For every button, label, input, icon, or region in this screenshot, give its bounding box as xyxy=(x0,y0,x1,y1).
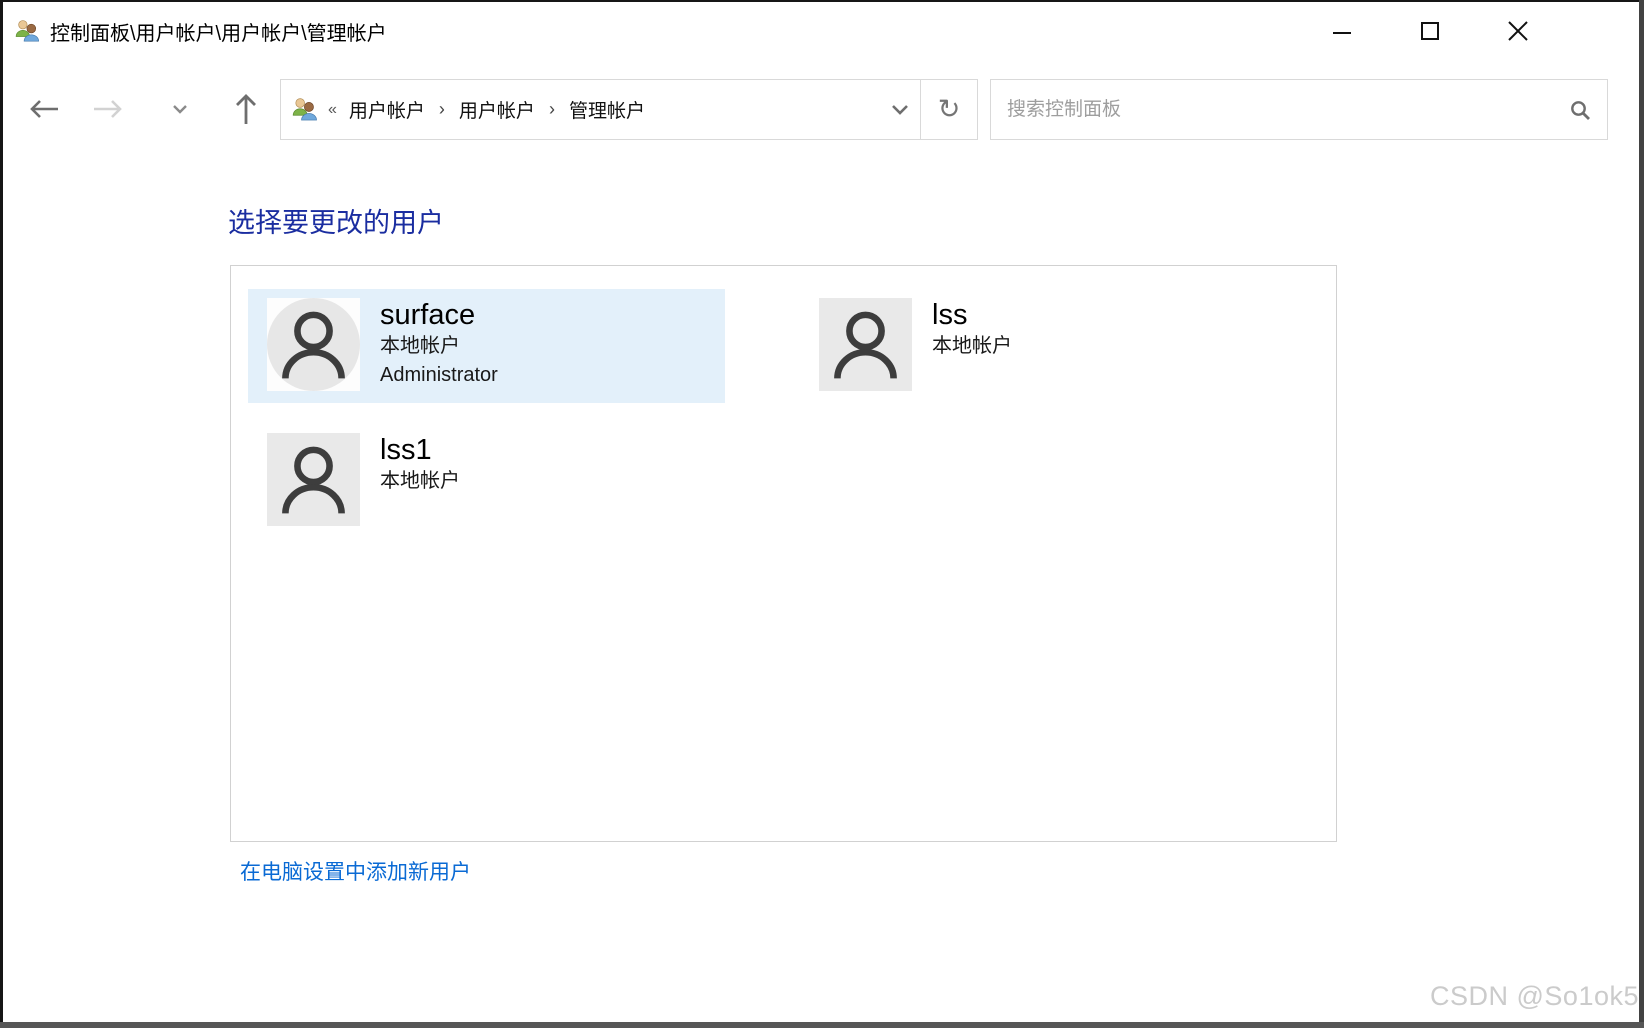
window-border-left xyxy=(0,0,3,1028)
user-list-panel: surface 本地帐户 Administrator lss 本地帐户 lss1… xyxy=(230,265,1337,842)
add-user-link[interactable]: 在电脑设置中添加新用户 xyxy=(240,856,471,886)
user-account-type: 本地帐户 xyxy=(380,470,460,492)
person-icon xyxy=(282,446,345,514)
user-account-type: 本地帐户 xyxy=(932,335,1012,357)
avatar xyxy=(267,298,360,391)
address-bar[interactable]: « 用户帐户 › 用户帐户 › 管理帐户 ↻ xyxy=(280,79,978,140)
breadcrumb-separator: › xyxy=(438,99,445,119)
chevron-down-icon xyxy=(173,105,187,114)
window-border-right xyxy=(1639,0,1644,1028)
user-name: lss xyxy=(932,299,968,331)
forward-button-disabled[interactable] xyxy=(88,89,128,129)
user-name: surface xyxy=(380,299,476,331)
user-info: lss1 本地帐户 xyxy=(380,433,460,496)
maximize-button[interactable] xyxy=(1386,9,1474,53)
watermark-text: CSDN @So1ok5 xyxy=(1430,981,1639,1011)
window-border-bottom xyxy=(0,1022,1644,1028)
user-tile-lss1[interactable]: lss1 本地帐户 xyxy=(248,424,725,538)
user-account-type: 本地帐户 xyxy=(380,335,460,357)
refresh-button[interactable]: ↻ xyxy=(921,80,977,139)
breadcrumb-overflow-glyph[interactable]: « xyxy=(328,101,337,119)
user-info: lss 本地帐户 xyxy=(932,298,1012,361)
breadcrumb-item-user-accounts-1[interactable]: 用户帐户 xyxy=(347,96,427,123)
back-button[interactable] xyxy=(24,89,64,129)
breadcrumb-separator: › xyxy=(548,99,555,119)
search-input[interactable] xyxy=(1007,98,1559,121)
title-bar: 控制面板\用户帐户\用户帐户\管理帐户 xyxy=(3,2,1639,60)
address-dropdown-button[interactable] xyxy=(880,80,920,139)
control-panel-window: 控制面板\用户帐户\用户帐户\管理帐户 « 用户帐户 › 用户帐户 › 管理帐户… xyxy=(0,0,1644,1028)
back-arrow-icon xyxy=(30,100,58,118)
search-box xyxy=(990,79,1608,140)
chevron-down-icon xyxy=(892,105,908,115)
close-icon xyxy=(1508,21,1528,41)
user-role: Administrator xyxy=(380,364,498,386)
minimize-icon xyxy=(1333,32,1351,34)
close-button[interactable] xyxy=(1474,9,1562,53)
breadcrumb-item-user-accounts-2[interactable]: 用户帐户 xyxy=(457,96,537,123)
refresh-icon: ↻ xyxy=(937,94,961,124)
avatar xyxy=(819,298,912,391)
avatar xyxy=(267,433,360,526)
user-tile-lss[interactable]: lss 本地帐户 xyxy=(800,289,1277,403)
user-name: lss1 xyxy=(380,434,432,466)
two-people-icon xyxy=(292,97,317,120)
minimize-button[interactable] xyxy=(1298,9,1386,53)
user-tile-surface[interactable]: surface 本地帐户 Administrator xyxy=(248,289,725,403)
person-icon xyxy=(282,311,345,379)
recent-locations-button[interactable] xyxy=(160,89,200,129)
window-controls xyxy=(1298,9,1562,53)
magnifier-icon[interactable] xyxy=(1569,99,1591,121)
forward-arrow-icon xyxy=(94,100,122,118)
maximize-icon xyxy=(1421,22,1439,40)
breadcrumb-item-manage-accounts[interactable]: 管理帐户 xyxy=(567,96,647,123)
page-title: 选择要更改的用户 xyxy=(228,208,444,238)
two-people-icon xyxy=(15,19,39,42)
window-title: 控制面板\用户帐户\用户帐户\管理帐户 xyxy=(50,22,387,45)
user-info: surface 本地帐户 Administrator xyxy=(380,298,498,390)
window-border-top xyxy=(0,0,1644,2)
up-button[interactable] xyxy=(226,89,266,129)
person-icon xyxy=(834,311,897,379)
up-arrow-icon xyxy=(236,94,256,124)
